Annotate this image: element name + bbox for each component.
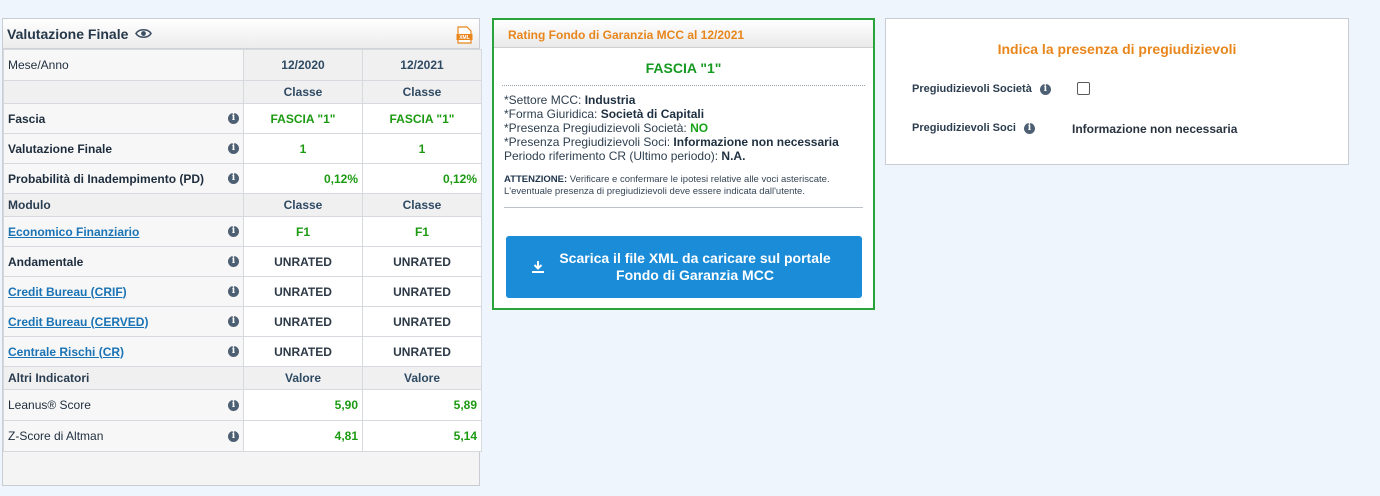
pregiudizievoli-soci-value: Informazione non necessaria [1072,122,1238,136]
info-icon[interactable]: i [228,173,239,184]
rating-fascia: FASCIA "1" [645,60,722,76]
classe-header: Classe [243,80,363,104]
info-icon[interactable]: i [228,256,239,267]
row-label-leanus: Leanus® Score i [3,389,244,421]
info-icon[interactable]: i [228,113,239,124]
value-cell: FASCIA "1" [362,103,482,134]
info-line-settore: *Settore MCC: Industria [504,93,636,107]
value-cell: FASCIA "1" [243,103,363,134]
info-line-pregiudizievoli-societa: *Presenza Pregiudizievoli Società: NO [504,121,709,135]
download-button-label: Scarica il file XML da caricare sul port… [559,250,831,283]
row-label-crif: Credit Bureau (CRIF) i [3,276,244,307]
value-cell: 5,89 [362,389,482,421]
valutazione-finale-panel: Valutazione Finale XML Mese/Anno 12/2020… [2,18,482,486]
row-label-pd: Probabilità di Inadempimento (PD) i [3,163,244,194]
value-cell: UNRATED [362,246,482,277]
row-label-cr: Centrale Rischi (CR) i [3,336,244,367]
credit-bureau-crif-link[interactable]: Credit Bureau (CRIF) [8,285,127,299]
info-icon[interactable]: i [228,226,239,237]
value-cell: 5,14 [362,420,482,452]
value-cell: 4,81 [243,420,363,452]
info-line-forma: *Forma Giuridica: Società di Capitali [504,107,705,121]
row-label-andamentale: Andamentale i [3,246,244,277]
pregiudizievoli-societa-label: Pregiudizievoli Società [912,83,1032,95]
value-cell: 1 [362,133,482,164]
pregiudizievoli-title: Indica la presenza di pregiudizievoli [997,41,1237,57]
download-xml-button[interactable]: Scarica il file XML da caricare sul port… [506,236,862,298]
value-cell: 0,12% [362,163,482,194]
empty-header-cell [3,80,244,104]
classe-header: Classe [243,193,363,217]
header-label-cell: Mese/Anno [3,49,244,81]
valore-header: Valore [362,366,482,390]
eye-icon[interactable] [135,28,153,39]
value-cell: 5,90 [243,389,363,421]
info-icon[interactable]: i [1023,122,1035,134]
economico-finanziario-link[interactable]: Economico Finanziario [8,225,139,239]
info-icon[interactable]: i [228,430,239,442]
modulo-section-label: Modulo [3,193,244,217]
value-cell: UNRATED [362,276,482,307]
rating-info: *Settore MCC: Industria *Forma Giuridica… [494,86,873,163]
period-header: 12/2021 [362,49,482,81]
value-cell: UNRATED [243,306,363,337]
info-icon[interactable]: i [228,143,239,154]
xml-icon-text: XML [459,35,470,41]
valore-header: Valore [243,366,363,390]
value-cell: F1 [362,216,482,247]
info-line-pregiudizievoli-soci: *Presenza Pregiudizievoli Soci: Informaz… [504,135,839,149]
info-icon[interactable]: i [228,286,239,297]
value-cell: F1 [243,216,363,247]
centrale-rischi-link[interactable]: Centrale Rischi (CR) [8,345,124,359]
valutazione-table: Mese/Anno 12/2020 12/2021 Classe Classe … [3,49,482,452]
download-icon [532,261,544,273]
value-cell: UNRATED [243,246,363,277]
period-header: 12/2020 [243,49,363,81]
value-cell: UNRATED [362,306,482,337]
classe-header: Classe [362,193,482,217]
info-line-periodo-cr: Periodo riferimento CR (Ultimo periodo):… [504,149,746,163]
pregiudizievoli-societa-checkbox[interactable] [1077,82,1090,95]
info-icon[interactable]: i [1039,83,1051,95]
row-label-fascia: Fascia i [3,103,244,134]
value-cell: 1 [243,133,363,164]
value-cell: UNRATED [243,276,363,307]
classe-header: Classe [362,80,482,104]
divider [504,207,863,208]
rating-title: Rating Fondo di Garanzia MCC al 12/2021 [494,20,873,48]
row-label-economico: Economico Finanziario i [3,216,244,247]
value-cell: UNRATED [243,336,363,367]
valutazione-title: Valutazione Finale [7,25,129,42]
value-cell: UNRATED [362,336,482,367]
altri-indicatori-label: Altri Indicatori [3,366,244,390]
row-label-cerved: Credit Bureau (CERVED) i [3,306,244,337]
attention-note: ATTENZIONE: Verificare e confermare le i… [504,174,830,197]
info-icon[interactable]: i [228,346,239,357]
row-label-valutazione: Valutazione Finale i [3,133,244,164]
pregiudizievoli-soci-row: Pregiudizievoli Soci i [912,122,1035,134]
pregiudizievoli-panel: Indica la presenza di pregiudizievoli Pr… [885,18,1349,165]
row-label-zscore: Z-Score di Altman i [3,420,244,452]
credit-bureau-cerved-link[interactable]: Credit Bureau (CERVED) [8,315,148,329]
mese-anno-label: Mese/Anno [8,58,69,72]
info-icon[interactable]: i [228,316,239,327]
info-icon[interactable]: i [228,399,239,411]
rating-mcc-panel: Rating Fondo di Garanzia MCC al 12/2021 … [492,18,875,310]
pregiudizievoli-soci-label: Pregiudizievoli Soci [912,122,1016,134]
value-cell: 0,12% [243,163,363,194]
xml-file-icon[interactable]: XML [456,26,473,44]
valutazione-header: Valutazione Finale XML [3,19,479,49]
pregiudizievoli-societa-row: Pregiudizievoli Società i [912,83,1051,95]
